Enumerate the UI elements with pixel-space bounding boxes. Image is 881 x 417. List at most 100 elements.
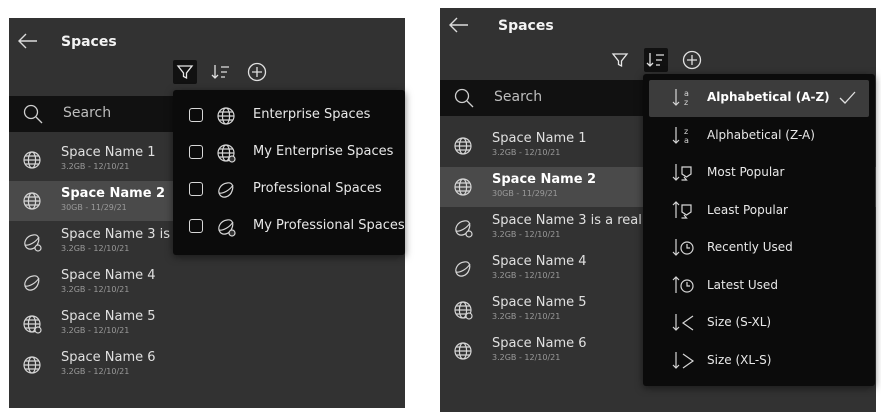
sort-size-desc-icon [671, 350, 695, 372]
filter-option[interactable]: My Enterprise Spaces [173, 135, 405, 172]
sort-recently-used-icon [671, 237, 695, 259]
svg-text:z: z [684, 98, 688, 107]
space-name: Space Name 3 is a [61, 227, 183, 242]
sort-least-popular-icon [671, 200, 695, 222]
add-space-button[interactable] [680, 48, 704, 72]
search-bar[interactable]: Search [440, 80, 644, 116]
personal-sphere-icon [215, 216, 236, 237]
sort-option[interactable]: a z Alphabetical (A-Z) [649, 80, 869, 117]
sort-option[interactable]: Most Popular [649, 155, 869, 192]
sort-option[interactable]: z a Alphabetical (Z-A) [649, 118, 869, 155]
filter-option[interactable]: Professional Spaces [173, 172, 405, 209]
sort-option[interactable]: Size (XL-S) [649, 343, 869, 380]
plus-circle-icon [247, 62, 267, 82]
svg-text:a: a [684, 89, 689, 98]
globe-icon [21, 190, 43, 212]
checkmark-icon [837, 88, 857, 108]
personal-globe-icon [215, 142, 236, 163]
filter-button[interactable] [608, 48, 632, 72]
space-meta: 3.2GB - 12/10/21 [492, 230, 561, 239]
search-placeholder: Search [494, 89, 543, 105]
space-meta: 3.2GB - 12/10/21 [492, 353, 561, 362]
sphere-icon [452, 258, 474, 280]
filter-option[interactable]: My Professional Spaces [173, 209, 405, 246]
sort-option-label: Latest Used [707, 277, 778, 292]
globe-icon [452, 340, 474, 362]
sort-option-label: Alphabetical (A-Z) [707, 90, 830, 104]
space-name: Space Name 5 [492, 295, 587, 310]
sort-latest-used-icon [671, 275, 695, 297]
back-arrow-icon[interactable] [17, 30, 39, 52]
space-meta: 30GB - 11/29/21 [61, 203, 127, 212]
space-list-item[interactable]: Space Name 6 3.2GB - 12/10/21 [9, 345, 405, 385]
space-list-item[interactable]: Space Name 4 3.2GB - 12/10/21 [9, 263, 405, 303]
sort-option[interactable]: Size (S-XL) [649, 305, 869, 342]
space-meta: 3.2GB - 12/10/21 [61, 244, 130, 253]
space-meta: 30GB - 11/29/21 [492, 189, 558, 198]
globe-icon [452, 135, 474, 157]
search-placeholder: Search [63, 105, 112, 121]
filter-checkbox[interactable] [189, 108, 203, 122]
personal-globe-icon [452, 299, 474, 321]
sort-option-label: Least Popular [707, 202, 788, 217]
sort-button[interactable] [644, 48, 668, 72]
space-meta: 3.2GB - 12/10/21 [61, 326, 130, 335]
sort-option-label: Alphabetical (Z-A) [707, 127, 815, 142]
space-meta: 3.2GB - 12/10/21 [61, 285, 130, 294]
header-bar: Spaces [9, 18, 405, 62]
sort-option-label: Size (XL-S) [707, 352, 772, 367]
header-bar: Spaces [440, 8, 876, 52]
globe-icon [215, 105, 235, 125]
globe-icon [452, 176, 474, 198]
space-name: Space Name 5 [61, 309, 156, 324]
globe-icon [21, 149, 43, 171]
sort-option[interactable]: Latest Used [649, 268, 869, 305]
filter-icon [611, 53, 629, 68]
sphere-icon [215, 179, 235, 199]
page-title: Spaces [498, 18, 554, 34]
filter-option-label: My Enterprise Spaces [253, 144, 394, 159]
filter-option-label: Enterprise Spaces [253, 107, 371, 122]
add-space-button[interactable] [245, 60, 269, 84]
sort-option-label: Size (S-XL) [707, 315, 772, 329]
page-title: Spaces [61, 34, 117, 50]
search-icon [454, 88, 474, 108]
sort-za-icon: za [671, 125, 695, 147]
spaces-panel-filter-open: Spaces Search Space Name 1 3.2GB - 12/10/… [9, 18, 405, 408]
space-name: Space Name 6 [61, 350, 156, 365]
spaces-panel-sort-open: Spaces Search Space Name 1 3.2GB - 12/10/… [440, 8, 876, 412]
back-arrow-icon[interactable] [448, 14, 470, 36]
filter-checkbox[interactable] [189, 145, 203, 159]
sphere-icon [21, 272, 43, 294]
filter-dropdown: Enterprise Spaces My Enterprise Spaces Pro… [173, 90, 405, 255]
sort-option-label: Most Popular [707, 165, 785, 179]
space-name: Space Name 2 [61, 186, 166, 201]
sort-option[interactable]: Recently Used [649, 230, 869, 267]
svg-text:z: z [684, 127, 688, 136]
globe-icon [21, 354, 43, 376]
filter-option-label: Professional Spaces [253, 181, 382, 196]
personal-sphere-icon [21, 231, 43, 253]
sort-icon [211, 65, 229, 79]
space-name: Space Name 1 [61, 145, 156, 160]
filter-checkbox[interactable] [189, 219, 203, 233]
sort-most-popular-icon [671, 162, 695, 184]
personal-sphere-icon [452, 217, 474, 239]
space-name: Space Name 4 [492, 254, 587, 269]
svg-text:a: a [684, 136, 689, 145]
sort-button[interactable] [209, 60, 233, 84]
space-name: Space Name 2 [492, 172, 597, 187]
filter-checkbox[interactable] [189, 182, 203, 196]
space-meta: 3.2GB - 12/10/21 [492, 271, 561, 280]
personal-globe-icon [21, 313, 43, 335]
filter-option[interactable]: Enterprise Spaces [173, 98, 405, 135]
filter-button[interactable] [173, 60, 197, 84]
space-name: Space Name 4 [61, 268, 156, 283]
search-bar[interactable]: Search [9, 96, 183, 132]
filter-icon [176, 65, 194, 80]
space-meta: 3.2GB - 12/10/21 [61, 367, 130, 376]
space-list-item[interactable]: Space Name 5 3.2GB - 12/10/21 [9, 304, 405, 344]
plus-circle-icon [682, 50, 702, 70]
sort-option[interactable]: Least Popular [649, 193, 869, 230]
sort-option-label: Recently Used [707, 240, 793, 254]
